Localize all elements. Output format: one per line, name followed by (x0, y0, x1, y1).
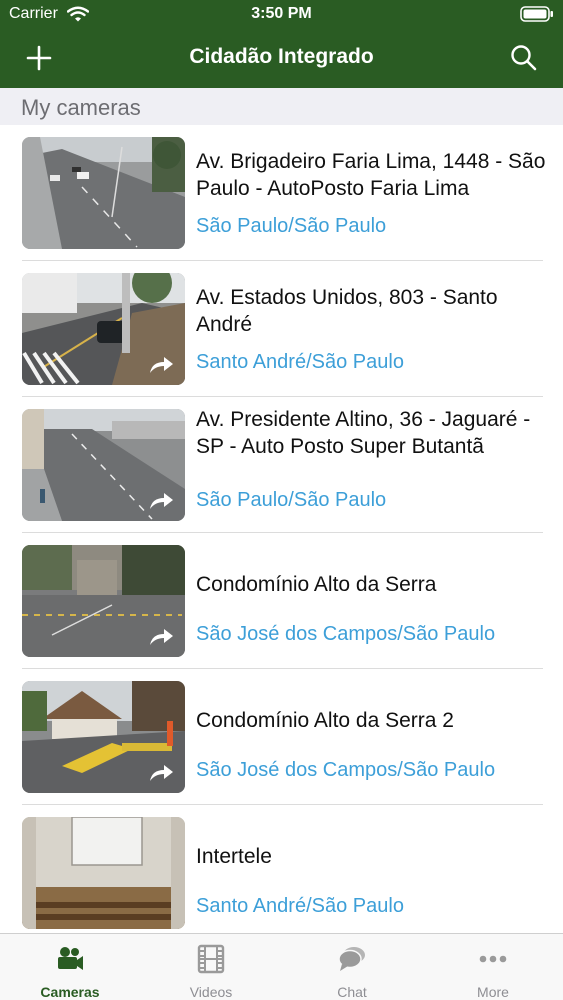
camera-title: Av. Presidente Altino, 36 - Jaguaré - SP… (196, 408, 531, 458)
camera-location: São Paulo/São Paulo (196, 489, 387, 511)
share-icon[interactable] (147, 489, 175, 511)
tab-cameras[interactable]: Cameras (0, 934, 140, 1000)
section-header: My cameras (0, 88, 563, 125)
film-icon (197, 944, 225, 974)
tab-more[interactable]: More (423, 934, 563, 1000)
camera-location: Santo André/São Paulo (196, 895, 404, 917)
street-camera-image (22, 137, 185, 249)
navigation-bar: Cidadão Integrado (0, 30, 563, 88)
tab-label: Cameras (40, 984, 100, 1000)
tab-label: Videos (189, 984, 233, 1000)
camera-thumbnail[interactable] (22, 681, 185, 793)
camera-title: Av. Estados Unidos, 803 - Santo André (196, 286, 498, 336)
camera-location: São Paulo/São Paulo (196, 215, 387, 237)
camera-row[interactable]: Av. Estados Unidos, 803 - Santo André Sa… (0, 261, 563, 397)
camera-title: Intertele (196, 845, 272, 868)
camera-location: São José dos Campos/São Paulo (196, 623, 496, 645)
camera-title: Condomínio Alto da Serra (196, 573, 437, 596)
battery-icon (520, 6, 553, 22)
chat-icon (338, 947, 365, 971)
status-bar: Carrier 3:50 PM (0, 0, 563, 30)
page-title: Cidadão Integrado (189, 45, 374, 68)
tab-videos[interactable]: Videos (141, 934, 281, 1000)
tab-label: Chat (337, 984, 367, 1000)
camera-row[interactable]: Av. Presidente Altino, 36 - Jaguaré - SP… (0, 397, 563, 533)
camera-location: São José dos Campos/São Paulo (196, 759, 496, 781)
camera-row[interactable]: Av. Brigadeiro Faria Lima, 1448 - São Pa… (0, 125, 563, 261)
share-icon[interactable] (147, 353, 175, 375)
share-icon[interactable] (147, 761, 175, 783)
room-camera-image (22, 817, 185, 929)
camera-icon (58, 947, 83, 970)
camera-row[interactable]: Condomínio Alto da Serra São José dos Ca… (0, 533, 563, 669)
camera-list[interactable]: Av. Brigadeiro Faria Lima, 1448 - São Pa… (0, 125, 563, 933)
search-icon[interactable] (507, 41, 541, 75)
camera-row[interactable]: Condomínio Alto da Serra 2 São José dos … (0, 669, 563, 805)
camera-thumbnail[interactable] (22, 409, 185, 521)
camera-thumbnail[interactable] (22, 545, 185, 657)
camera-title: Av. Brigadeiro Faria Lima, 1448 - São Pa… (196, 150, 546, 200)
section-title: My cameras (21, 95, 141, 120)
share-icon[interactable] (147, 625, 175, 647)
camera-location: Santo André/São Paulo (196, 351, 404, 373)
more-icon (479, 955, 507, 963)
camera-thumbnail[interactable] (22, 273, 185, 385)
header: Carrier 3:50 PM Cidadão Integrado (0, 0, 563, 88)
tab-bar: Cameras Videos Chat More (0, 933, 563, 1000)
tab-label: More (477, 984, 509, 1000)
camera-thumbnail[interactable] (22, 817, 185, 929)
tab-chat[interactable]: Chat (282, 934, 422, 1000)
status-time: 3:50 PM (251, 5, 312, 22)
camera-thumbnail[interactable] (22, 137, 185, 249)
camera-row[interactable]: Intertele Santo André/São Paulo (0, 805, 563, 933)
camera-title: Condomínio Alto da Serra 2 (196, 709, 454, 732)
